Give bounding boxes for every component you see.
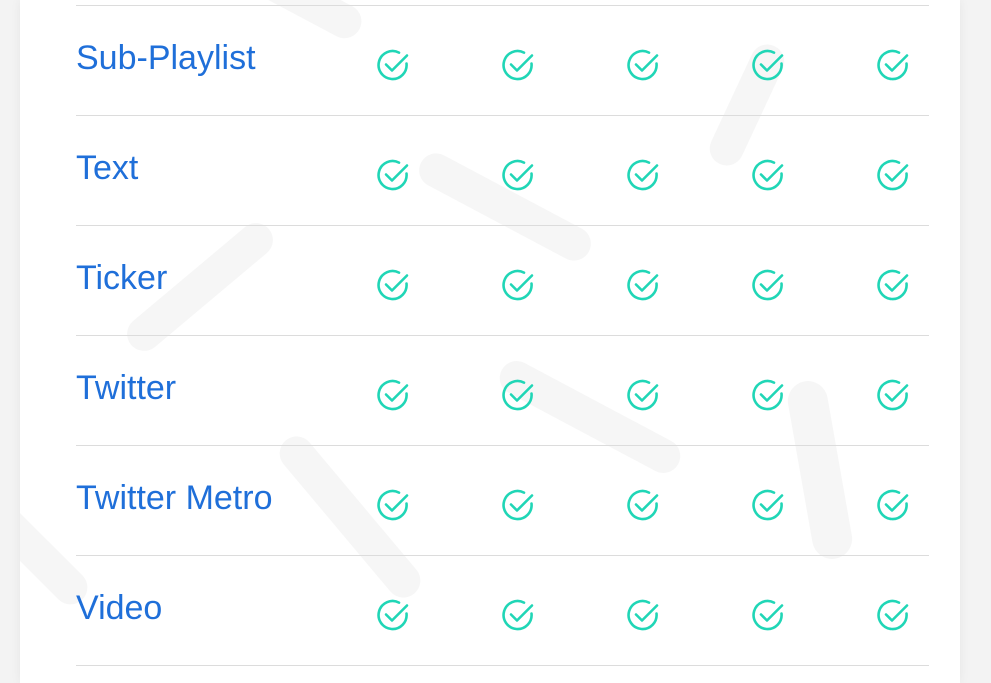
feature-label: Ticker (76, 259, 168, 297)
check-circle-icon (375, 157, 411, 193)
table-row: Video (76, 555, 929, 666)
check-circle-icon (750, 377, 786, 413)
feature-label: Twitter Metro (76, 479, 273, 517)
check-circle-icon (750, 597, 786, 633)
check-circle-icon (500, 157, 536, 193)
check-circle-icon (625, 47, 661, 83)
check-circle-icon (875, 487, 911, 523)
feature-label: Text (76, 149, 139, 187)
check-circle-icon (875, 597, 911, 633)
check-circle-icon (875, 157, 911, 193)
check-circle-icon (500, 597, 536, 633)
check-circle-icon (875, 377, 911, 413)
check-circle-icon (500, 47, 536, 83)
check-circle-icon (750, 487, 786, 523)
check-circle-icon (875, 267, 911, 303)
check-circle-icon (375, 487, 411, 523)
check-circle-icon (750, 157, 786, 193)
check-circle-icon (625, 377, 661, 413)
check-circle-icon (625, 267, 661, 303)
check-circle-icon (750, 267, 786, 303)
table-row: Sub-Playlist (76, 5, 929, 115)
check-circle-icon (625, 487, 661, 523)
feature-label: Twitter (76, 369, 177, 407)
check-circle-icon (500, 487, 536, 523)
table-row: Text (76, 115, 929, 225)
feature-table: Sub-Playlist Text Ticker Twitter Twitter Met… (76, 5, 929, 666)
check-circle-icon (500, 377, 536, 413)
check-circle-icon (375, 377, 411, 413)
check-circle-icon (875, 47, 911, 83)
table-row: Twitter (76, 335, 929, 445)
check-circle-icon (375, 597, 411, 633)
comparison-card: Sub-Playlist Text Ticker Twitter Twitter Met… (20, 0, 960, 683)
check-circle-icon (375, 47, 411, 83)
table-row: Twitter Metro (76, 445, 929, 555)
check-circle-icon (625, 157, 661, 193)
check-circle-icon (375, 267, 411, 303)
check-circle-icon (625, 597, 661, 633)
check-circle-icon (500, 267, 536, 303)
feature-label: Video (76, 589, 163, 627)
table-row: Ticker (76, 225, 929, 335)
check-circle-icon (750, 47, 786, 83)
feature-label: Sub-Playlist (76, 39, 256, 77)
